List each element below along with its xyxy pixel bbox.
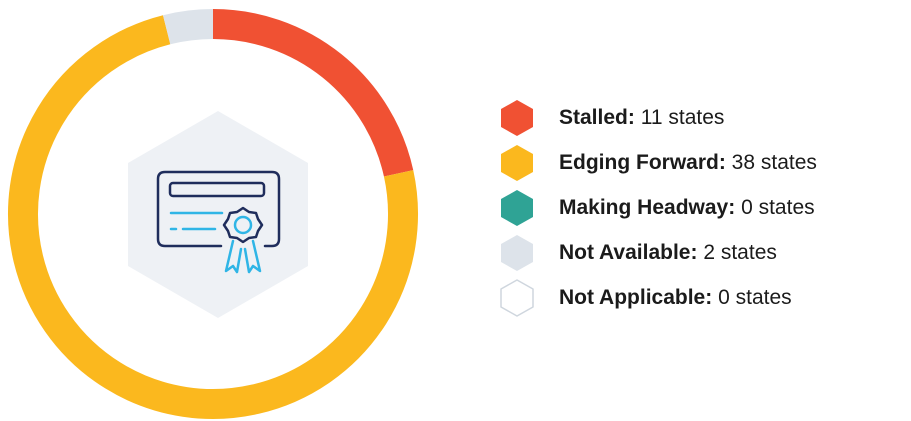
- legend-label: Not Applicable:: [559, 286, 713, 309]
- hexagon-icon: [501, 145, 533, 181]
- legend-unit: states: [760, 151, 817, 174]
- donut-slice-not-available: [163, 9, 214, 45]
- legend-value: 11: [640, 106, 663, 129]
- legend: Stalled: 11 states Edging Forward: 38 st…: [497, 96, 817, 321]
- legend-label: Stalled:: [559, 106, 635, 129]
- legend-item-not-applicable: Not Applicable: 0 states: [497, 276, 817, 320]
- legend-label: Making Headway:: [559, 196, 736, 219]
- hexagon-icon: [500, 279, 534, 317]
- hexagon-icon: [501, 100, 533, 136]
- legend-unit: states: [668, 106, 725, 129]
- legend-item-stalled: Stalled: 11 states: [497, 96, 817, 140]
- hexagon-background: [128, 111, 308, 318]
- legend-label: Edging Forward:: [559, 151, 726, 174]
- hexagon-icon: [501, 190, 533, 226]
- legend-item-edging-forward: Edging Forward: 38 states: [497, 141, 817, 185]
- legend-label: Not Available:: [559, 241, 698, 264]
- legend-unit: states: [758, 196, 815, 219]
- certificate-icon-badge: [128, 111, 308, 318]
- legend-value: 0: [718, 286, 730, 309]
- legend-value: 38: [731, 151, 756, 174]
- legend-item-not-available: Not Available: 2 states: [497, 231, 817, 275]
- legend-unit: states: [735, 286, 792, 309]
- legend-value: 0: [741, 196, 753, 219]
- legend-item-making-headway: Making Headway: 0 states: [497, 186, 817, 230]
- hexagon-icon: [501, 235, 533, 271]
- legend-value: 2: [703, 241, 715, 264]
- legend-unit: states: [720, 241, 777, 264]
